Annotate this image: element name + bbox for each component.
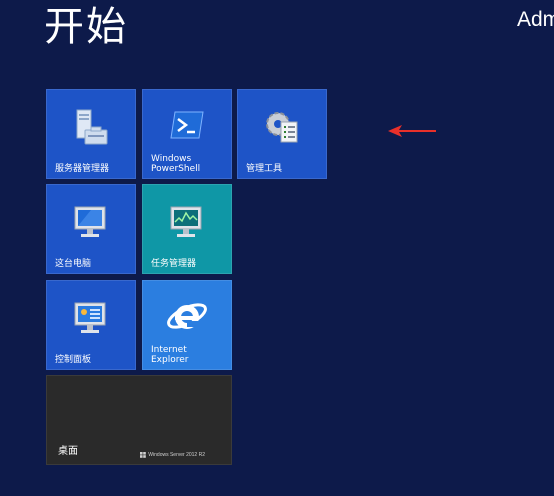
server-manager-icon — [76, 109, 108, 145]
tile-task-manager[interactable]: 任务管理器 — [142, 184, 232, 274]
tile-label: 这台电脑 — [55, 259, 92, 269]
annotation-arrow-icon — [388, 125, 436, 137]
tile-label: Internet Explorer — [151, 345, 189, 365]
tile-windows-powershell[interactable]: Windows PowerShell — [142, 89, 232, 179]
tile-control-panel[interactable]: 控制面板 — [46, 280, 136, 370]
user-account-name[interactable]: Adm — [517, 8, 554, 32]
tile-label: 服务器管理器 — [55, 164, 110, 174]
tile-administrative-tools[interactable]: 管理工具 — [237, 89, 327, 179]
start-title: 开始 — [44, 4, 128, 50]
tile-desktop[interactable]: 桌面 Windows Server 2012 R2 — [46, 375, 232, 465]
tile-server-manager[interactable]: 服务器管理器 — [46, 89, 136, 179]
tile-label: 控制面板 — [55, 355, 92, 365]
control-panel-icon — [74, 302, 106, 333]
tile-label: 任务管理器 — [151, 259, 197, 269]
internet-explorer-icon — [167, 303, 207, 329]
tile-this-pc[interactable]: 这台电脑 — [46, 184, 136, 274]
this-pc-icon — [74, 206, 106, 237]
tile-internet-explorer[interactable]: Internet Explorer — [142, 280, 232, 370]
administrative-tools-icon — [266, 112, 298, 143]
windows-logo-icon — [140, 452, 147, 458]
tile-label: Windows PowerShell — [151, 154, 201, 174]
windows-server-brand: Windows Server 2012 R2 — [140, 452, 205, 458]
windows-server-brand-text: Windows Server 2012 R2 — [148, 452, 205, 458]
tile-label: 桌面 — [58, 446, 78, 457]
tile-label: 管理工具 — [246, 164, 283, 174]
task-manager-icon — [170, 206, 202, 237]
powershell-icon — [170, 111, 204, 139]
